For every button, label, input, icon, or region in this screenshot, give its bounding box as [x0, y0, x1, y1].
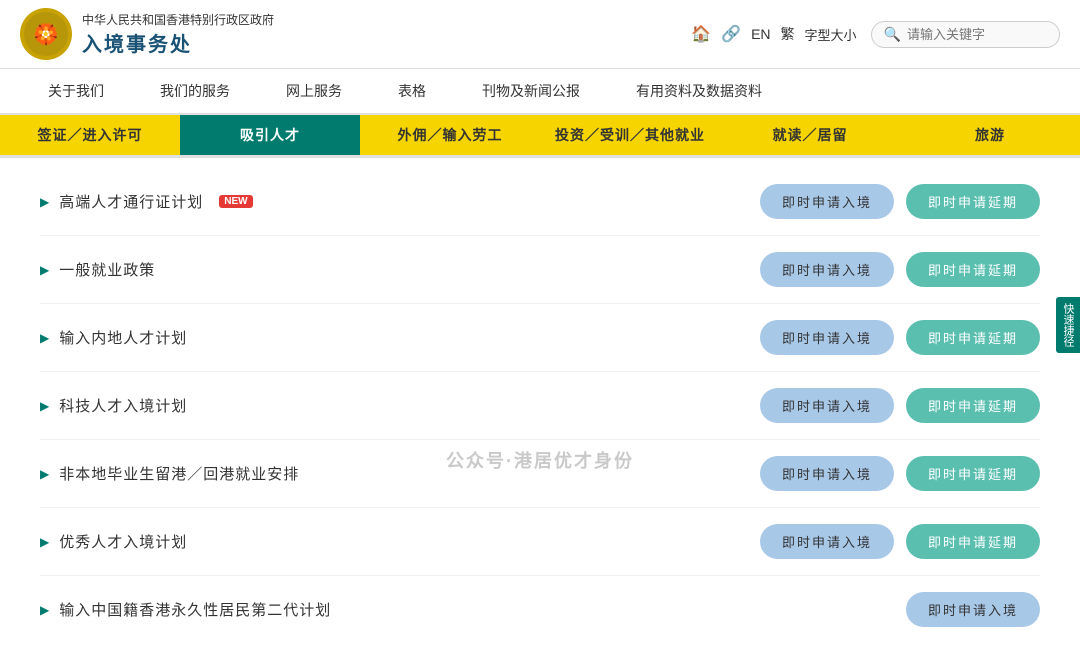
share-icon[interactable]: 🔗 — [721, 24, 741, 44]
header: 🏵️ 中华人民共和国香港特别行政区政府 入境事务处 🏠 🔗 EN 繁 字型大小 … — [0, 0, 1080, 69]
table-row: ▶ 一般就业政策 即时申请入境 即时申请延期 — [40, 236, 1040, 304]
arrow-icon: ▶ — [40, 331, 49, 345]
subnav-travel[interactable]: 旅游 — [900, 115, 1080, 155]
btn-apply-entry-3[interactable]: 即时申请入境 — [760, 320, 894, 355]
row-buttons-4: 即时申请入境 即时申请延期 — [760, 388, 1040, 423]
btn-apply-extend-1[interactable]: 即时申请延期 — [906, 184, 1040, 219]
row-buttons-6: 即时申请入境 即时申请延期 — [760, 524, 1040, 559]
btn-apply-extend-4[interactable]: 即时申请延期 — [906, 388, 1040, 423]
row-left: ▶ 一般就业政策 — [40, 259, 760, 280]
nav-item-online[interactable]: 网上服务 — [258, 69, 370, 113]
row-title-3: 输入内地人才计划 — [59, 327, 187, 348]
table-row: ▶ 优秀人才入境计划 即时申请入境 即时申请延期 — [40, 508, 1040, 576]
btn-apply-extend-6[interactable]: 即时申请延期 — [906, 524, 1040, 559]
row-title-4: 科技人才入境计划 — [59, 395, 187, 416]
row-title-6: 优秀人才入境计划 — [59, 531, 187, 552]
nav-item-publications[interactable]: 刊物及新闻公报 — [454, 69, 608, 113]
btn-apply-entry-1[interactable]: 即时申请入境 — [760, 184, 894, 219]
table-row: ▶ 科技人才入境计划 即时申请入境 即时申请延期 — [40, 372, 1040, 440]
search-input[interactable] — [907, 27, 1047, 42]
row-left: ▶ 优秀人才入境计划 — [40, 531, 760, 552]
logo-inner: 🏵️ — [24, 12, 68, 56]
home-icon[interactable]: 🏠 — [691, 24, 711, 44]
row-title-2: 一般就业政策 — [59, 259, 155, 280]
btn-apply-extend-3[interactable]: 即时申请延期 — [906, 320, 1040, 355]
row-buttons-1: 即时申请入境 即时申请延期 — [760, 184, 1040, 219]
header-title: 中华人民共和国香港特别行政区政府 入境事务处 — [82, 11, 274, 57]
row-left: ▶ 科技人才入境计划 — [40, 395, 760, 416]
arrow-icon: ▶ — [40, 399, 49, 413]
header-right: 🏠 🔗 EN 繁 字型大小 🔍 — [691, 21, 1060, 48]
header-icons: 🏠 🔗 EN 繁 字型大小 — [691, 24, 856, 44]
main-content: ▶ 高端人才通行证计划 NEW 即时申请入境 即时申请延期 ▶ 一般就业政策 即… — [0, 158, 1080, 653]
row-buttons-5: 即时申请入境 即时申请延期 — [760, 456, 1040, 491]
lang-en-button[interactable]: EN — [751, 26, 770, 42]
subnav-study[interactable]: 就读／居留 — [720, 115, 900, 155]
row-left: ▶ 非本地毕业生留港／回港就业安排 — [40, 463, 760, 484]
btn-apply-extend-2[interactable]: 即时申请延期 — [906, 252, 1040, 287]
nav-item-about[interactable]: 关于我们 — [20, 69, 132, 113]
btn-apply-extend-5[interactable]: 即时申请延期 — [906, 456, 1040, 491]
subnav-visa[interactable]: 签证／进入许可 — [0, 115, 180, 155]
logo-circle: 🏵️ — [20, 8, 72, 60]
subnav-talent[interactable]: 吸引人才 — [180, 115, 360, 155]
table-row: ▶ 高端人才通行证计划 NEW 即时申请入境 即时申请延期 — [40, 168, 1040, 236]
font-size-button[interactable]: 字型大小 — [805, 25, 857, 44]
btn-apply-entry-4[interactable]: 即时申请入境 — [760, 388, 894, 423]
nav-item-services[interactable]: 我们的服务 — [132, 69, 258, 113]
row-left: ▶ 输入内地人才计划 — [40, 327, 760, 348]
nav-item-forms[interactable]: 表格 — [370, 69, 454, 113]
search-icon: 🔍 — [884, 26, 901, 43]
scroll-hint[interactable]: 快速捷径 — [1056, 297, 1080, 353]
arrow-icon: ▶ — [40, 467, 49, 481]
header-left: 🏵️ 中华人民共和国香港特别行政区政府 入境事务处 — [20, 8, 274, 60]
subnav-worker[interactable]: 外佣／输入劳工 — [360, 115, 540, 155]
new-badge: NEW — [219, 195, 252, 208]
table-row: ▶ 输入中国籍香港永久性居民第二代计划 即时申请入境 — [40, 576, 1040, 643]
arrow-icon: ▶ — [40, 535, 49, 549]
btn-apply-entry-5[interactable]: 即时申请入境 — [760, 456, 894, 491]
sub-nav: 签证／进入许可 吸引人才 外佣／输入劳工 投资／受训／其他就业 就读／居留 旅游 — [0, 115, 1080, 158]
btn-apply-entry-7[interactable]: 即时申请入境 — [906, 592, 1040, 627]
subnav-invest[interactable]: 投资／受训／其他就业 — [540, 115, 720, 155]
gov-name: 中华人民共和国香港特别行政区政府 — [82, 11, 274, 28]
row-buttons-2: 即时申请入境 即时申请延期 — [760, 252, 1040, 287]
row-buttons-3: 即时申请入境 即时申请延期 — [760, 320, 1040, 355]
btn-apply-entry-6[interactable]: 即时申请入境 — [760, 524, 894, 559]
arrow-icon: ▶ — [40, 263, 49, 277]
table-row: ▶ 输入内地人才计划 即时申请入境 即时申请延期 — [40, 304, 1040, 372]
lang-tc-button[interactable]: 繁 — [781, 24, 795, 44]
row-left: ▶ 高端人才通行证计划 NEW — [40, 191, 760, 212]
table-row: ▶ 非本地毕业生留港／回港就业安排 即时申请入境 即时申请延期 — [40, 440, 1040, 508]
row-title-7: 输入中国籍香港永久性居民第二代计划 — [59, 599, 331, 620]
top-nav: 关于我们 我们的服务 网上服务 表格 刊物及新闻公报 有用资料及数据资料 — [0, 69, 1080, 115]
row-title-1: 高端人才通行证计划 — [59, 191, 203, 212]
arrow-icon: ▶ — [40, 195, 49, 209]
row-buttons-7: 即时申请入境 — [906, 592, 1040, 627]
arrow-icon: ▶ — [40, 603, 49, 617]
row-left: ▶ 输入中国籍香港永久性居民第二代计划 — [40, 599, 906, 620]
row-title-5: 非本地毕业生留港／回港就业安排 — [59, 463, 299, 484]
search-box: 🔍 — [871, 21, 1060, 48]
nav-item-resources[interactable]: 有用资料及数据资料 — [608, 69, 790, 113]
dept-name: 入境事务处 — [82, 28, 274, 57]
btn-apply-entry-2[interactable]: 即时申请入境 — [760, 252, 894, 287]
